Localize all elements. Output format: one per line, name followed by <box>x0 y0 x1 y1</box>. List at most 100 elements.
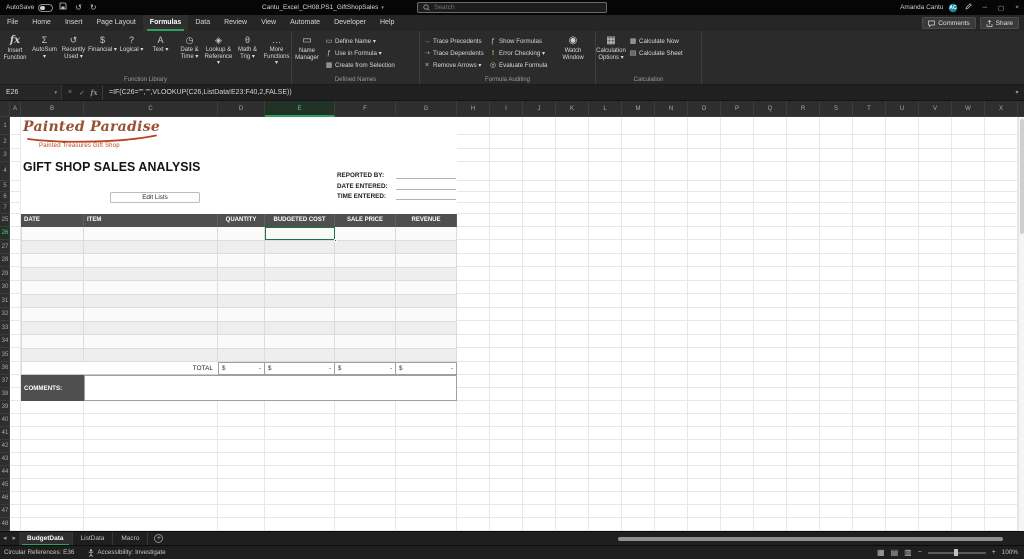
table-cell[interactable] <box>265 348 335 362</box>
table-cell[interactable] <box>396 240 457 254</box>
row-header-37[interactable]: 37 <box>0 375 9 388</box>
table-cell[interactable] <box>335 335 396 349</box>
table-header-date[interactable]: DATE <box>21 214 84 227</box>
table-cell[interactable] <box>396 308 457 322</box>
ribbon-tab-file[interactable]: File <box>0 15 25 31</box>
row-header-30[interactable]: 30 <box>0 281 9 294</box>
column-header-R[interactable]: R <box>787 101 820 117</box>
comments-field[interactable] <box>84 375 457 401</box>
sheet-nav-right-icon[interactable]: ▸ <box>10 532 20 546</box>
ribbon-tab-data[interactable]: Data <box>188 15 217 31</box>
table-cell[interactable] <box>335 281 396 295</box>
table-cell[interactable] <box>21 227 84 241</box>
table-header-budgeted-cost[interactable]: BUDGETED COST <box>265 214 335 227</box>
undo-icon[interactable]: ↺ <box>73 0 84 15</box>
table-cell[interactable] <box>335 294 396 308</box>
table-cell[interactable] <box>396 267 457 281</box>
row-header-31[interactable]: 31 <box>0 294 9 308</box>
redo-icon[interactable]: ↻ <box>88 0 99 15</box>
spreadsheet-grid[interactable]: Painted Paradise Painted Treasures Gift … <box>10 117 1024 531</box>
row-header-29[interactable]: 29 <box>0 267 9 281</box>
table-cell[interactable] <box>21 281 84 295</box>
row-header-32[interactable]: 32 <box>0 308 9 321</box>
ribbon-tab-home[interactable]: Home <box>25 15 58 31</box>
search-box[interactable] <box>417 2 607 13</box>
column-header-T[interactable]: T <box>853 101 886 117</box>
ribbon-button-more-functions[interactable]: … More Functions ▾ <box>262 33 291 67</box>
ribbon-button-remove-arrows[interactable]: × Remove Arrows ▾ <box>420 59 486 71</box>
sheet-nav-left-icon[interactable]: ◂ <box>0 532 10 546</box>
formula-input[interactable]: =IF(C26="","",VLOOKUP(C26,ListData!E23:F… <box>103 85 1010 100</box>
sheet-tab-budgetdata[interactable]: BudgetData <box>19 531 73 546</box>
table-cell[interactable] <box>218 240 265 254</box>
table-cell[interactable] <box>218 321 265 335</box>
ribbon-button-trace-dependents[interactable]: ⇢ Trace Dependents <box>420 47 486 59</box>
ribbon-button-calculate-now[interactable]: ▦ Calculate Now <box>626 35 683 47</box>
row-header-7[interactable]: 7 <box>0 203 9 214</box>
accessibility-status[interactable]: Accessibility: Investigate <box>88 548 166 557</box>
row-header-40[interactable]: 40 <box>0 414 9 427</box>
formula-bar-expand-icon[interactable]: ▾ <box>1010 85 1024 100</box>
column-header-X[interactable]: X <box>985 101 1018 117</box>
normal-view-button[interactable]: ▦ <box>877 548 885 557</box>
row-header-4[interactable]: 4 <box>0 162 9 181</box>
table-cell[interactable] <box>21 267 84 281</box>
column-header-U[interactable]: U <box>886 101 919 117</box>
name-manager-button[interactable]: ▭ Name Manager <box>292 33 322 61</box>
table-header-revenue[interactable]: REVENUE <box>396 214 457 227</box>
ribbon-tab-insert[interactable]: Insert <box>58 15 90 31</box>
sheet-tab-macro[interactable]: Macro <box>113 531 149 546</box>
table-cell[interactable] <box>21 321 84 335</box>
table-cell[interactable] <box>218 308 265 322</box>
ribbon-button-autosum[interactable]: Σ AutoSum ▾ <box>30 33 59 67</box>
table-cell[interactable] <box>335 321 396 335</box>
column-header-D[interactable]: D <box>218 101 265 117</box>
table-cell[interactable] <box>218 294 265 308</box>
row-header-28[interactable]: 28 <box>0 254 9 267</box>
row-header-5[interactable]: 5 <box>0 181 9 192</box>
row-header-44[interactable]: 44 <box>0 466 9 479</box>
column-header-E[interactable]: E <box>265 101 335 117</box>
horizontal-scrollbar[interactable] <box>616 536 1016 542</box>
ribbon-button-show-formulas[interactable]: ƒ Show Formulas <box>486 35 558 47</box>
ribbon-button-use-in-formula[interactable]: ƒ Use in Formula ▾ <box>322 47 395 59</box>
reported-by-field[interactable] <box>396 170 456 179</box>
ribbon-button-lookup-reference[interactable]: ◈ Lookup & Reference ▾ <box>204 33 233 67</box>
table-cell[interactable] <box>21 348 84 362</box>
zoom-percent[interactable]: 100% <box>1002 549 1018 556</box>
table-cell[interactable] <box>84 321 218 335</box>
column-header-B[interactable]: B <box>21 101 84 117</box>
ribbon-button-trace-precedents[interactable]: → Trace Precedents <box>420 35 486 47</box>
table-cell[interactable] <box>396 227 457 241</box>
table-cell[interactable] <box>335 267 396 281</box>
column-header-P[interactable]: P <box>721 101 754 117</box>
table-cell[interactable] <box>335 308 396 322</box>
autosave-toggle[interactable] <box>38 3 54 12</box>
table-cell[interactable] <box>265 294 335 308</box>
table-cell[interactable] <box>84 240 218 254</box>
selected-cell-E26[interactable] <box>265 227 337 242</box>
table-cell[interactable] <box>265 254 335 268</box>
minimize-icon[interactable]: ─ <box>979 4 990 11</box>
row-header-43[interactable]: 43 <box>0 453 9 466</box>
table-cell[interactable] <box>396 321 457 335</box>
ribbon-button-calculate-sheet[interactable]: ▤ Calculate Sheet <box>626 47 683 59</box>
avatar[interactable]: AC <box>949 3 958 12</box>
enter-icon[interactable]: ✓ <box>76 89 88 97</box>
time-entered-field[interactable] <box>396 191 456 200</box>
row-header-3[interactable]: 3 <box>0 149 9 162</box>
table-cell[interactable] <box>84 267 218 281</box>
column-header-W[interactable]: W <box>952 101 985 117</box>
ribbon-button-define-name[interactable]: ▭ Define Name ▾ <box>322 35 395 47</box>
ribbon-button-recently-used[interactable]: ↺ Recently Used ▾ <box>59 33 88 67</box>
row-header-48[interactable]: 48 <box>0 518 9 531</box>
date-entered-field[interactable] <box>396 181 456 190</box>
editing-pen-icon[interactable] <box>963 0 974 15</box>
zoom-in-button[interactable]: + <box>992 549 996 556</box>
table-cell[interactable] <box>218 348 265 362</box>
close-icon[interactable]: × <box>1012 4 1022 11</box>
table-cell[interactable] <box>335 254 396 268</box>
table-header-item[interactable]: ITEM <box>84 214 218 227</box>
row-header-34[interactable]: 34 <box>0 335 9 348</box>
table-cell[interactable] <box>218 281 265 295</box>
